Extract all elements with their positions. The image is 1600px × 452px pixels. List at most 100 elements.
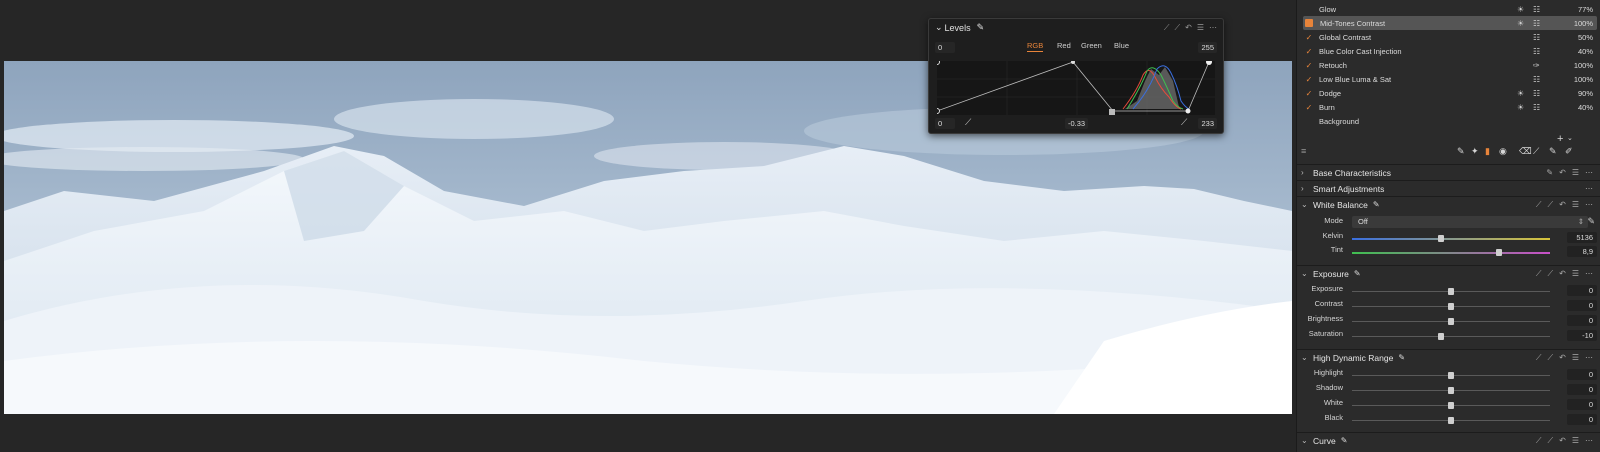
layer-row[interactable]: Background xyxy=(1303,114,1597,128)
sliders-icon[interactable]: ☷ xyxy=(1533,89,1540,98)
check-icon[interactable]: ✓ xyxy=(1303,33,1315,42)
saturation-value[interactable]: -10 xyxy=(1567,330,1597,341)
magic-brush-icon[interactable]: ✦ xyxy=(1471,146,1479,157)
layer-opacity[interactable]: 77% xyxy=(1578,5,1593,14)
pen-icon[interactable]: ✎ xyxy=(977,22,985,33)
brightness-icon[interactable]: ☀ xyxy=(1517,103,1524,112)
exposure-slider-knob[interactable] xyxy=(1448,288,1454,295)
check-icon[interactable]: ✓ xyxy=(1303,61,1315,70)
layer-row[interactable]: ✓ Global Contrast ☷ 50% xyxy=(1303,30,1597,44)
white-dropper-icon[interactable]: ⟋ xyxy=(1181,117,1187,128)
reset-icon[interactable]: ↶ xyxy=(1185,23,1192,33)
output-high-value[interactable]: 255 xyxy=(1198,42,1217,53)
layer-row[interactable]: ✓ Blue Color Cast Injection ☷ 40% xyxy=(1303,44,1597,58)
dropper-icon[interactable]: ⟋ xyxy=(1548,200,1554,210)
brush-icon[interactable]: ⟋ xyxy=(1536,200,1542,210)
input-low-value[interactable]: 0 xyxy=(935,118,955,129)
brightness-slider-knob[interactable] xyxy=(1448,318,1454,325)
refine-icon[interactable]: ⟋ xyxy=(1533,146,1539,157)
tab-red[interactable]: Red xyxy=(1057,41,1071,50)
section-base-characteristics[interactable]: › Base Characteristics ✎ ↶ ☰ ⋯ xyxy=(1297,164,1600,180)
wb-picker-icon[interactable]: ✎ xyxy=(1587,216,1595,227)
shadow-slider-knob[interactable] xyxy=(1448,387,1454,394)
pen-icon[interactable]: ✎ xyxy=(1341,436,1348,445)
brightness-icon[interactable]: ☀ xyxy=(1517,5,1524,14)
pen-icon[interactable]: ✎ xyxy=(1354,269,1361,278)
dropper-icon[interactable]: ⟋ xyxy=(1548,353,1554,363)
menu-icon[interactable]: ☰ xyxy=(1572,168,1579,177)
dropper-icon[interactable]: ⟋ xyxy=(1548,269,1554,279)
dropper-icon[interactable]: ⟋ xyxy=(1548,436,1554,446)
chevron-down-icon[interactable]: ⌄ xyxy=(1301,269,1313,278)
brightness-icon[interactable]: ☀ xyxy=(1517,89,1524,98)
bandage-icon[interactable]: ✑ xyxy=(1533,61,1540,70)
layer-opacity[interactable]: 40% xyxy=(1578,47,1593,56)
layer-opacity[interactable]: 90% xyxy=(1578,89,1593,98)
tab-blue[interactable]: Blue xyxy=(1114,41,1129,50)
chevron-down-icon[interactable]: ⌄ xyxy=(1567,134,1573,142)
output-black-handle[interactable] xyxy=(937,61,940,65)
section-high-dynamic-range[interactable]: ⌄ High Dynamic Range ✎ ⟋ ⟋ ↶ ☰ ⋯ xyxy=(1297,349,1600,365)
reset-icon[interactable]: ↶ xyxy=(1559,436,1566,446)
tint-value[interactable]: 8,9 xyxy=(1567,246,1597,257)
kelvin-slider-knob[interactable] xyxy=(1438,235,1445,242)
reset-icon[interactable]: ↶ xyxy=(1559,353,1566,363)
pen-icon[interactable]: ✎ xyxy=(1398,353,1405,362)
add-layer-icon[interactable]: + xyxy=(1557,133,1563,145)
check-icon[interactable]: ✓ xyxy=(1303,75,1315,84)
sliders-icon[interactable]: ☷ xyxy=(1533,47,1540,56)
layer-row[interactable]: ✓ Dodge ☀ ☷ 90% xyxy=(1303,86,1597,100)
brush-icon[interactable]: ⟋ xyxy=(1536,269,1542,279)
mode-select[interactable]: Off ⇕ xyxy=(1352,216,1588,228)
check-icon[interactable]: ✓ xyxy=(1303,47,1315,56)
brush-icon[interactable]: ⟋ xyxy=(1164,23,1170,33)
menu-icon[interactable]: ☰ xyxy=(1572,436,1579,446)
layer-opacity[interactable]: 100% xyxy=(1574,75,1593,84)
saturation-slider-knob[interactable] xyxy=(1438,333,1445,340)
more-icon[interactable]: ⋯ xyxy=(1585,200,1593,210)
layer-checkbox[interactable] xyxy=(1305,19,1313,27)
more-icon[interactable]: ⋯ xyxy=(1585,168,1593,177)
chevron-down-icon[interactable]: ⌄ xyxy=(1301,200,1313,209)
sliders-icon[interactable]: ☷ xyxy=(1533,33,1540,42)
check-icon[interactable]: ✓ xyxy=(1303,103,1315,112)
image-viewer[interactable]: ⌄ Levels ✎ ⟋ ⟋ ↶ ☰ ⋯ RGB Red Green Blue … xyxy=(0,0,1292,452)
eraser-icon[interactable]: ⌫ xyxy=(1519,146,1532,157)
section-exposure[interactable]: ⌄ Exposure ✎ ⟋ ⟋ ↶ ☰ ⋯ xyxy=(1297,265,1600,281)
midtone-value[interactable]: -0.33 xyxy=(1065,118,1089,129)
contrast-slider-knob[interactable] xyxy=(1448,303,1454,310)
tab-rgb[interactable]: RGB xyxy=(1027,41,1044,52)
contrast-value[interactable]: 0 xyxy=(1567,300,1597,311)
sliders-icon[interactable]: ☷ xyxy=(1533,5,1540,14)
saturation-slider-track[interactable] xyxy=(1352,336,1550,337)
black-slider-knob[interactable] xyxy=(1448,417,1454,424)
layer-row[interactable]: Glow ☀ ☷ 77% xyxy=(1303,2,1597,16)
midtone-handle[interactable] xyxy=(1109,109,1115,115)
layer-opacity[interactable]: 100% xyxy=(1574,61,1593,70)
black-dropper-icon[interactable]: ⟋ xyxy=(965,117,971,128)
chevron-down-icon[interactable]: ⌄ xyxy=(1301,353,1313,362)
layer-row[interactable]: ✓ Burn ☀ ☷ 40% xyxy=(1303,100,1597,114)
output-low-value[interactable]: 0 xyxy=(935,42,955,53)
black-value[interactable]: 0 xyxy=(1567,414,1597,425)
reset-icon[interactable]: ↶ xyxy=(1559,168,1566,177)
sliders-icon[interactable]: ☷ xyxy=(1533,19,1540,28)
more-icon[interactable]: ⋯ xyxy=(1585,436,1593,446)
menu-icon[interactable]: ☰ xyxy=(1197,23,1204,33)
pen-icon[interactable]: ✎ xyxy=(1546,168,1553,177)
levels-panel[interactable]: ⌄ Levels ✎ ⟋ ⟋ ↶ ☰ ⋯ RGB Red Green Blue … xyxy=(928,18,1224,134)
pen-icon[interactable]: ✎ xyxy=(1373,200,1380,209)
layer-row[interactable]: ✓ Retouch ✑ 100% xyxy=(1303,58,1597,72)
kelvin-value[interactable]: 5136 xyxy=(1567,232,1597,243)
disclosure-icon[interactable]: ⌄ xyxy=(935,22,943,33)
white-slider-knob[interactable] xyxy=(1448,402,1454,409)
highlight-slider-knob[interactable] xyxy=(1448,372,1454,379)
brightness-value[interactable]: 0 xyxy=(1567,315,1597,326)
menu-icon[interactable]: ☰ xyxy=(1572,200,1579,210)
dropper-icon[interactable]: ⟋ xyxy=(1175,23,1181,33)
input-high-value[interactable]: 233 xyxy=(1198,118,1217,129)
exposure-value[interactable]: 0 xyxy=(1567,285,1597,296)
layer-row[interactable]: ✓ Low Blue Luma & Sat ☷ 100% xyxy=(1303,72,1597,86)
shadow-value[interactable]: 0 xyxy=(1567,384,1597,395)
brush-icon[interactable]: ✎ xyxy=(1457,146,1465,157)
